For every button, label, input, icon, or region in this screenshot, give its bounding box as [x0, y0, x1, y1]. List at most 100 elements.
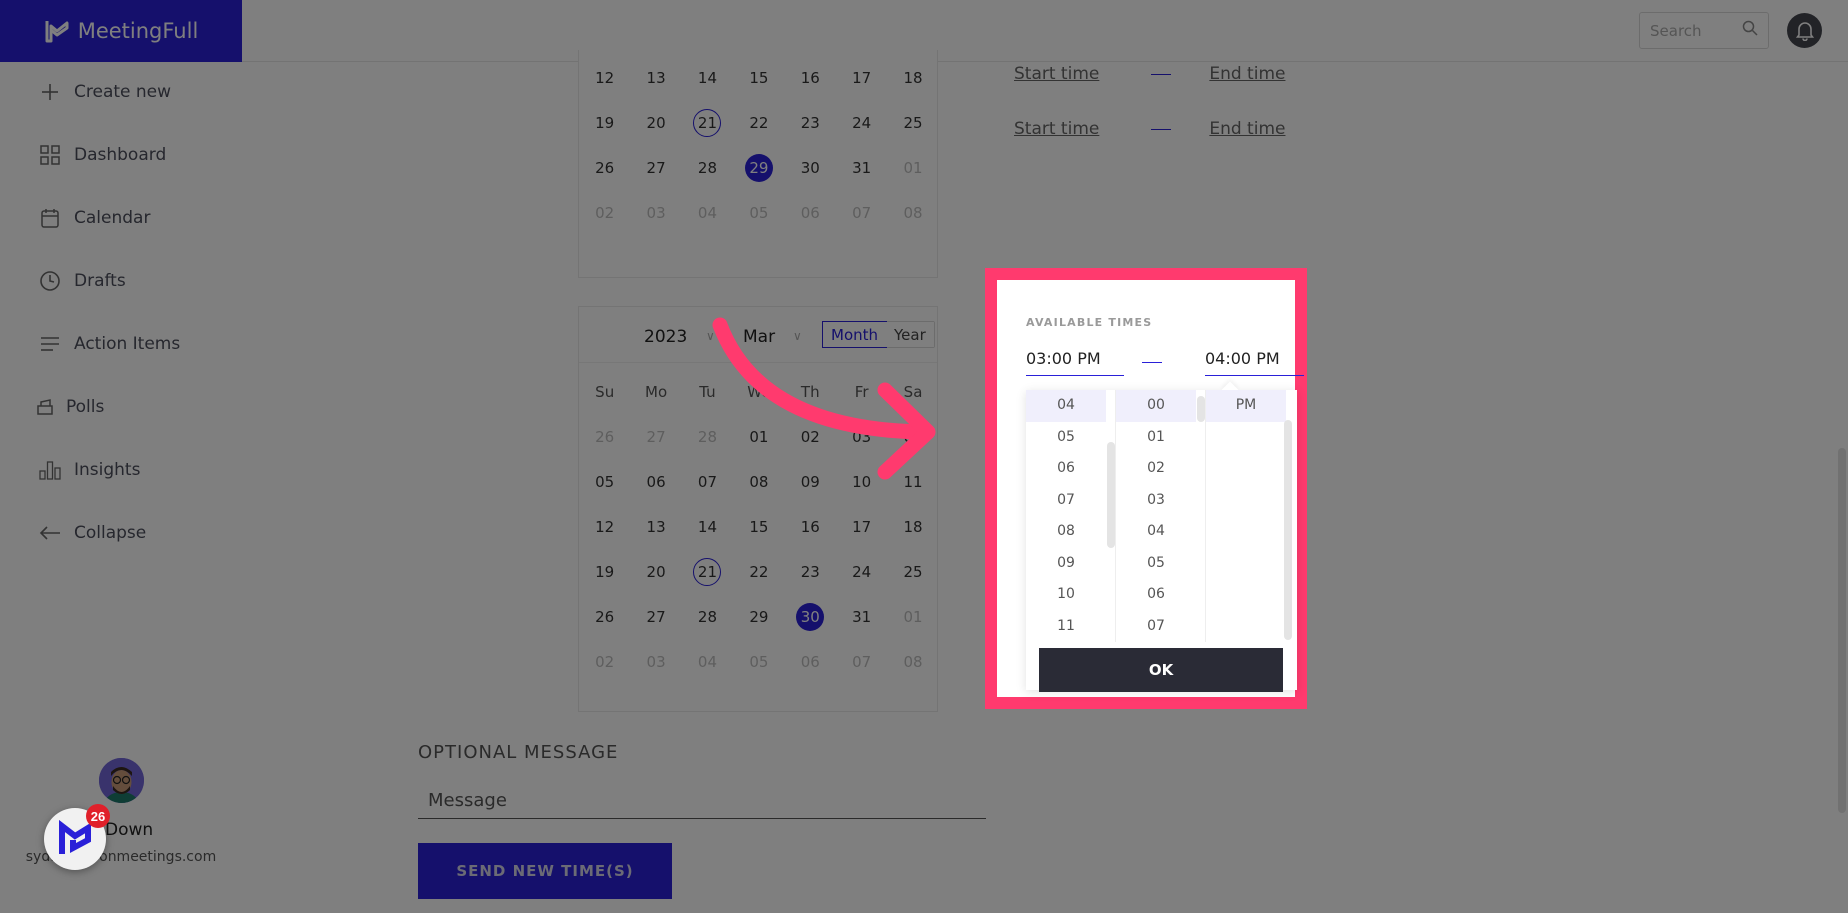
calendar-day-selected[interactable]: 30: [785, 602, 836, 631]
calendar-day[interactable]: 07: [836, 199, 887, 227]
calendar-day[interactable]: 02: [579, 199, 630, 227]
calendar-day[interactable]: 26: [579, 154, 630, 182]
calendar-day[interactable]: 19: [579, 558, 630, 586]
calendar-day[interactable]: 27: [630, 423, 681, 451]
calendar-day[interactable]: 20: [630, 558, 681, 586]
calendar-day[interactable]: 17: [836, 513, 887, 541]
calendar-day-selected[interactable]: 29: [733, 153, 784, 182]
minute-option[interactable]: 02: [1116, 453, 1196, 485]
page-scrollbar[interactable]: [1838, 448, 1846, 813]
calendar-day[interactable]: 28: [682, 154, 733, 182]
calendar-day[interactable]: 24: [836, 558, 887, 586]
send-new-times-button[interactable]: SEND NEW TIME(S): [418, 843, 672, 899]
minute-option[interactable]: 03: [1116, 485, 1196, 517]
calendar-day[interactable]: 05: [733, 199, 784, 227]
start-time-link[interactable]: Start time: [1014, 64, 1099, 84]
calendar-day[interactable]: 08: [887, 199, 938, 227]
sidebar-item-action-items[interactable]: Action Items: [38, 332, 180, 356]
calendar-day[interactable]: 23: [785, 109, 836, 137]
calendar-day[interactable]: 04: [682, 199, 733, 227]
period-scrollbar[interactable]: [1284, 420, 1292, 640]
calendar-day[interactable]: 06: [630, 468, 681, 496]
search-box[interactable]: [1639, 12, 1769, 49]
calendar-day-today[interactable]: 21: [682, 108, 733, 137]
calendar-day[interactable]: 30: [785, 154, 836, 182]
calendar-day[interactable]: 14: [682, 64, 733, 92]
calendar-day[interactable]: 26: [579, 423, 630, 451]
period-column[interactable]: PM: [1206, 390, 1292, 642]
brand-logo[interactable]: MeetingFull: [0, 0, 242, 62]
minute-option[interactable]: 05: [1116, 548, 1196, 580]
calendar-day[interactable]: 22: [733, 109, 784, 137]
calendar-day[interactable]: 03: [630, 199, 681, 227]
user-profile[interactable]: d Down syd.d...moonmeetings.com: [0, 758, 242, 908]
minute-option[interactable]: 01: [1116, 422, 1196, 454]
avatar[interactable]: [99, 758, 144, 803]
hour-option[interactable]: 05: [1026, 422, 1106, 454]
calendar-day[interactable]: 27: [630, 154, 681, 182]
hour-option[interactable]: 11: [1026, 611, 1106, 643]
hour-option[interactable]: 10: [1026, 579, 1106, 611]
end-time-input[interactable]: [1205, 342, 1304, 376]
minute-option[interactable]: 06: [1116, 579, 1196, 611]
sidebar-item-collapse[interactable]: Collapse: [38, 521, 146, 545]
calendar-day[interactable]: 05: [579, 468, 630, 496]
calendar-day[interactable]: 02: [579, 648, 630, 676]
calendar-day[interactable]: 26: [579, 603, 630, 631]
minute-option[interactable]: 07: [1116, 611, 1196, 643]
start-time-input[interactable]: [1026, 342, 1124, 376]
calendar-day[interactable]: 15: [733, 513, 784, 541]
hour-scrollbar[interactable]: [1107, 442, 1115, 548]
calendar-day[interactable]: 01: [887, 154, 938, 182]
calendar-day[interactable]: 20: [630, 109, 681, 137]
period-option[interactable]: PM: [1206, 390, 1286, 422]
sidebar-item-drafts[interactable]: Drafts: [38, 269, 126, 293]
hour-option[interactable]: 09: [1026, 548, 1106, 580]
calendar-day[interactable]: 06: [785, 648, 836, 676]
calendar-day[interactable]: 01: [887, 603, 938, 631]
hour-option[interactable]: 04: [1026, 390, 1106, 422]
minute-column[interactable]: 00 01 02 03 04 05 06 07: [1116, 390, 1206, 642]
end-time-link[interactable]: End time: [1209, 64, 1285, 84]
calendar-day[interactable]: 18: [887, 513, 938, 541]
calendar-day[interactable]: 27: [630, 603, 681, 631]
sidebar-item-create-new[interactable]: Create new: [38, 80, 171, 104]
calendar-day[interactable]: 13: [630, 64, 681, 92]
minute-scrollbar[interactable]: [1197, 396, 1205, 422]
meetingfull-fab[interactable]: 26: [44, 804, 110, 870]
hour-option[interactable]: 06: [1026, 453, 1106, 485]
calendar-day[interactable]: 25: [887, 109, 938, 137]
search-icon[interactable]: [1742, 20, 1758, 41]
calendar-day[interactable]: 19: [579, 109, 630, 137]
calendar-day[interactable]: 22: [733, 558, 784, 586]
sidebar-item-polls[interactable]: Polls: [34, 395, 104, 419]
search-input[interactable]: [1650, 21, 1730, 40]
start-time-link[interactable]: Start time: [1014, 119, 1099, 139]
end-time-link[interactable]: End time: [1209, 119, 1285, 139]
sidebar-item-calendar[interactable]: Calendar: [38, 206, 150, 230]
calendar-day[interactable]: 31: [836, 154, 887, 182]
calendar-day[interactable]: 16: [785, 64, 836, 92]
minute-option[interactable]: 00: [1116, 390, 1196, 422]
calendar-day[interactable]: 12: [579, 513, 630, 541]
calendar-day[interactable]: 18: [887, 64, 938, 92]
calendar-day[interactable]: 07: [836, 648, 887, 676]
calendar-day[interactable]: 25: [887, 558, 938, 586]
calendar-day[interactable]: 16: [785, 513, 836, 541]
calendar-day[interactable]: 29: [733, 603, 784, 631]
calendar-day[interactable]: 17: [836, 64, 887, 92]
calendar-day[interactable]: 15: [733, 64, 784, 92]
year-select[interactable]: 2023: [644, 327, 687, 347]
calendar-day[interactable]: 03: [630, 648, 681, 676]
calendar-day[interactable]: 06: [785, 199, 836, 227]
calendar-day[interactable]: 04: [682, 648, 733, 676]
hour-option[interactable]: 08: [1026, 516, 1106, 548]
calendar-day[interactable]: 31: [836, 603, 887, 631]
calendar-day[interactable]: 24: [836, 109, 887, 137]
sidebar-item-dashboard[interactable]: Dashboard: [38, 143, 166, 167]
sidebar-item-insights[interactable]: Insights: [38, 458, 140, 482]
calendar-day[interactable]: 08: [887, 648, 938, 676]
ok-button[interactable]: OK: [1039, 648, 1283, 692]
calendar-day[interactable]: 05: [733, 648, 784, 676]
calendar-day[interactable]: 23: [785, 558, 836, 586]
